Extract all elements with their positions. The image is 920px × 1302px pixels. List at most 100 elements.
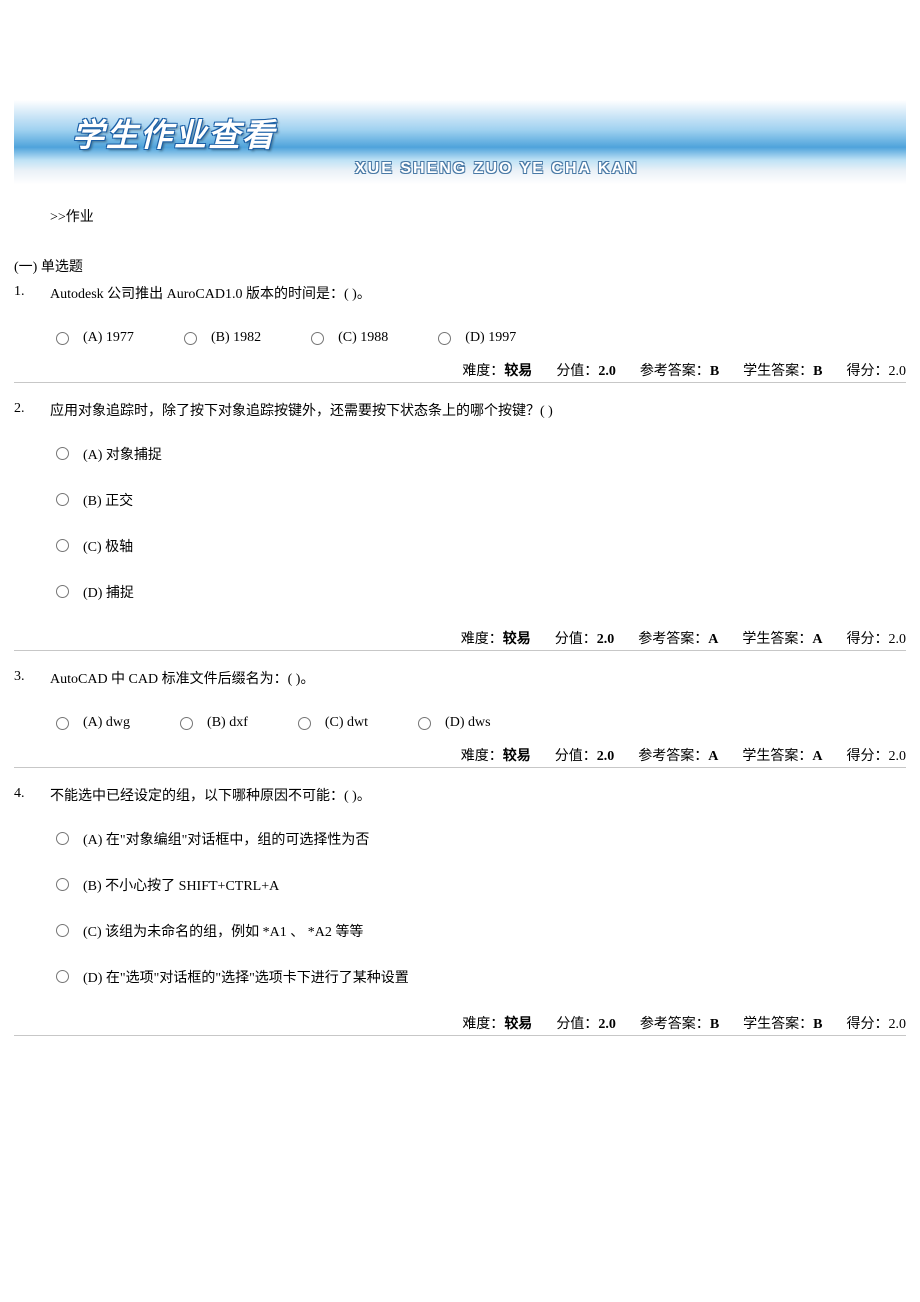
got-score-value: 2.0 (889, 632, 907, 647)
option-radio[interactable] (56, 924, 69, 937)
got-score-value: 2.0 (889, 364, 907, 379)
difficulty: 难度：较易 (462, 1013, 532, 1033)
option: (B) 不小心按了 SHIFT+CTRL+A (56, 875, 906, 895)
got-score-label: 得分： (847, 749, 889, 764)
option-radio[interactable] (56, 585, 69, 598)
divider (14, 382, 906, 383)
meta-row: 难度：较易分值：2.0参考答案：A学生答案：A得分：2.0 (14, 745, 906, 765)
question-number: 4. (14, 786, 50, 802)
difficulty-label: 难度： (461, 632, 503, 647)
ref-answer-label: 参考答案： (640, 364, 710, 379)
option-radio[interactable] (298, 717, 311, 730)
option-radio[interactable] (56, 970, 69, 983)
ref-answer: 参考答案：B (640, 1013, 719, 1033)
option-label: (D) 捕捉 (83, 582, 134, 602)
difficulty: 难度：较易 (462, 360, 532, 380)
options-container: (A) 在"对象编组"对话框中，组的可选择性为否 (B) 不小心按了 SHIFT+… (56, 829, 906, 987)
option-radio[interactable] (184, 332, 197, 345)
option-radio[interactable] (56, 332, 69, 345)
option-radio[interactable] (56, 878, 69, 891)
score-value: 分值：2.0 (555, 628, 615, 648)
question-number: 1. (14, 284, 50, 300)
score-value-label: 分值： (555, 749, 597, 764)
question-text: 应用对象追踪时，除了按下对象追踪按键外，还需要按下状态条上的哪个按键？( ) (50, 401, 553, 423)
ref-answer-value: B (710, 1017, 719, 1032)
option: (D) 捕捉 (56, 582, 906, 602)
option-label: (B) 1982 (211, 330, 261, 346)
student-answer-value: A (812, 749, 822, 764)
option-radio[interactable] (56, 832, 69, 845)
ref-answer: 参考答案：A (638, 628, 718, 648)
option-label: (A) 1977 (83, 330, 134, 346)
option: (A) dwg (56, 715, 130, 731)
page-container: 学生作业查看 XUE SHENG ZUO YE CHA KAN >>作业 (一)… (0, 100, 920, 1094)
got-score-value: 2.0 (889, 1017, 907, 1032)
option-label: (C) dwt (325, 715, 368, 731)
ref-answer: 参考答案：A (638, 745, 718, 765)
student-answer-label: 学生答案： (743, 364, 813, 379)
option-radio[interactable] (438, 332, 451, 345)
option-label: (B) 不小心按了 SHIFT+CTRL+A (83, 875, 279, 895)
meta-row: 难度：较易分值：2.0参考答案：B学生答案：B得分：2.0 (14, 360, 906, 380)
option-label: (A) 对象捕捉 (83, 444, 162, 464)
options-container: (A) 对象捕捉(B) 正交(C) 极轴(D) 捕捉 (56, 444, 906, 602)
question-block: 3.AutoCAD 中 CAD 标准文件后缀名为：( )。 (A) dwg (B) … (14, 669, 906, 731)
ref-answer-label: 参考答案： (638, 632, 708, 647)
question-block: 2.应用对象追踪时，除了按下对象追踪按键外，还需要按下状态条上的哪个按键？( )… (14, 401, 906, 601)
option-label: (C) 1988 (338, 330, 388, 346)
option-label: (B) dxf (207, 715, 248, 731)
option-radio[interactable] (56, 493, 69, 506)
question-block: 4.不能选中已经设定的组，以下哪种原因不可能：( )。(A) 在"对象编组"对话… (14, 786, 906, 986)
got-score: 得分：2.0 (847, 1013, 907, 1033)
difficulty-label: 难度： (462, 364, 504, 379)
difficulty: 难度：较易 (461, 628, 531, 648)
score-value-label: 分值： (555, 632, 597, 647)
option-radio[interactable] (180, 717, 193, 730)
score-value-label: 分值： (556, 364, 598, 379)
student-answer-value: B (813, 1017, 822, 1032)
question-header: 1.Autodesk 公司推出 AuroCAD1.0 版本的时间是：( )。 (14, 284, 906, 306)
score-value-label: 分值： (556, 1017, 598, 1032)
got-score: 得分：2.0 (847, 360, 907, 380)
option: (D) 1997 (438, 330, 516, 346)
divider (14, 1035, 906, 1036)
got-score-label: 得分： (847, 364, 889, 379)
breadcrumb: >>作业 (50, 206, 920, 226)
score-value: 分值：2.0 (556, 1013, 616, 1033)
meta-row: 难度：较易分值：2.0参考答案：A学生答案：A得分：2.0 (14, 628, 906, 648)
option: (A) 在"对象编组"对话框中，组的可选择性为否 (56, 829, 906, 849)
option-radio[interactable] (56, 447, 69, 460)
option: (B) 正交 (56, 490, 906, 510)
ref-answer-label: 参考答案： (640, 1017, 710, 1032)
divider (14, 650, 906, 651)
question-header: 2.应用对象追踪时，除了按下对象追踪按键外，还需要按下状态条上的哪个按键？( ) (14, 401, 906, 423)
question-text: AutoCAD 中 CAD 标准文件后缀名为：( )。 (50, 669, 314, 691)
difficulty-value: 较易 (503, 749, 531, 764)
option-radio[interactable] (56, 717, 69, 730)
student-answer-value: A (812, 632, 822, 647)
option: (B) 1982 (184, 330, 261, 346)
question-text: Autodesk 公司推出 AuroCAD1.0 版本的时间是：( )。 (50, 284, 371, 306)
option-label: (D) 1997 (465, 330, 516, 346)
section-title: (一) 单选题 (14, 256, 920, 276)
option-label: (D) 在"选项"对话框的"选择"选项卡下进行了某种设置 (83, 967, 409, 987)
score-value: 分值：2.0 (555, 745, 615, 765)
banner-title-cn: 学生作业查看 (72, 110, 276, 156)
option-label: (A) dwg (83, 715, 130, 731)
question-number: 3. (14, 669, 50, 685)
difficulty-value: 较易 (503, 632, 531, 647)
option-label: (D) dws (445, 715, 491, 731)
difficulty-value: 较易 (504, 1017, 532, 1032)
option-radio[interactable] (311, 332, 324, 345)
option: (C) dwt (298, 715, 368, 731)
option-radio[interactable] (418, 717, 431, 730)
option-radio[interactable] (56, 539, 69, 552)
got-score: 得分：2.0 (847, 628, 907, 648)
question-header: 3.AutoCAD 中 CAD 标准文件后缀名为：( )。 (14, 669, 906, 691)
score-value-value: 2.0 (597, 632, 615, 647)
difficulty-value: 较易 (504, 364, 532, 379)
score-value-value: 2.0 (598, 1017, 616, 1032)
option: (B) dxf (180, 715, 248, 731)
got-score-label: 得分： (847, 632, 889, 647)
question-block: 1.Autodesk 公司推出 AuroCAD1.0 版本的时间是：( )。 (A… (14, 284, 906, 346)
